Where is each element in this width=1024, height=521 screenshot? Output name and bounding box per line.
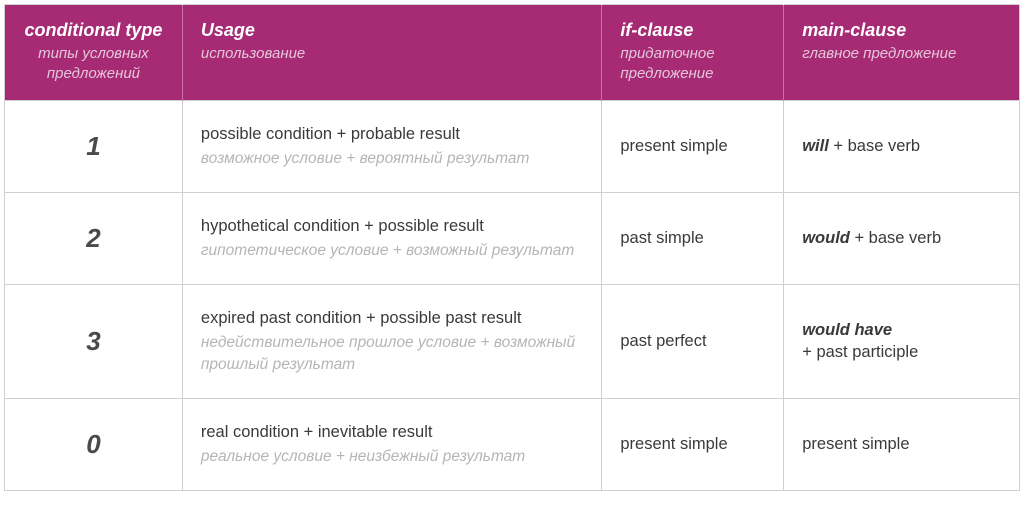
cell-if: present simple (602, 398, 784, 490)
header-if-ru: придаточное предложение (620, 44, 765, 85)
header-type: conditional type типы условных предложен… (5, 5, 183, 101)
cell-if: past simple (602, 192, 784, 284)
header-if: if-clause придаточное предложение (602, 5, 784, 101)
usage-en: possible condition + probable result (201, 123, 583, 145)
cell-type: 2 (5, 192, 183, 284)
cell-main: would + base verb (784, 192, 1020, 284)
header-type-en: conditional type (23, 19, 164, 42)
table-row: 0 real condition + inevitable result реа… (5, 398, 1020, 490)
header-main: main-clause главное предложение (784, 5, 1020, 101)
cell-type: 0 (5, 398, 183, 490)
usage-ru: гипотетическое условие + возможный резул… (201, 240, 583, 262)
usage-en: real condition + inevitable result (201, 421, 583, 443)
table-row: 2 hypothetical condition + possible resu… (5, 192, 1020, 284)
usage-ru: реальное условие + неизбежный результат (201, 446, 583, 468)
header-usage: Usage использование (182, 5, 601, 101)
cell-main: will + base verb (784, 101, 1020, 193)
cell-if: past perfect (602, 284, 784, 398)
main-en: present simple (802, 433, 1001, 455)
cell-usage: real condition + inevitable result реаль… (182, 398, 601, 490)
cell-type: 1 (5, 101, 183, 193)
cell-main: present simple (784, 398, 1020, 490)
main-en: would have + past participle (802, 319, 1001, 364)
usage-ru: недействительное прошлое условие + возмо… (201, 332, 583, 375)
header-usage-ru: использование (201, 44, 583, 64)
table-header-row: conditional type типы условных предложен… (5, 5, 1020, 101)
table-row: 1 possible condition + probable result в… (5, 101, 1020, 193)
cell-main: would have + past participle (784, 284, 1020, 398)
header-if-en: if-clause (620, 19, 765, 42)
main-rest: present simple (802, 435, 909, 453)
main-bold: would (802, 229, 850, 247)
conditionals-table: conditional type типы условных предложен… (4, 4, 1020, 491)
if-en: past perfect (620, 330, 765, 352)
usage-ru: возможное условие + вероятный результат (201, 148, 583, 170)
cell-usage: hypothetical condition + possible result… (182, 192, 601, 284)
main-rest: + base verb (829, 137, 920, 155)
cell-type: 3 (5, 284, 183, 398)
cell-usage: possible condition + probable result воз… (182, 101, 601, 193)
usage-en: expired past condition + possible past r… (201, 307, 583, 329)
main-en: would + base verb (802, 227, 1001, 249)
main-rest: + past participle (802, 343, 918, 361)
header-type-ru: типы условных предложений (23, 44, 164, 85)
if-en: present simple (620, 433, 765, 455)
main-rest: + base verb (850, 229, 941, 247)
main-bold: would have (802, 321, 892, 339)
table-row: 3 expired past condition + possible past… (5, 284, 1020, 398)
main-en: will + base verb (802, 135, 1001, 157)
cell-usage: expired past condition + possible past r… (182, 284, 601, 398)
main-bold: will (802, 137, 829, 155)
cell-if: present simple (602, 101, 784, 193)
header-main-ru: главное предложение (802, 44, 1001, 64)
header-usage-en: Usage (201, 19, 583, 42)
header-main-en: main-clause (802, 19, 1001, 42)
usage-en: hypothetical condition + possible result (201, 215, 583, 237)
if-en: present simple (620, 135, 765, 157)
if-en: past simple (620, 227, 765, 249)
